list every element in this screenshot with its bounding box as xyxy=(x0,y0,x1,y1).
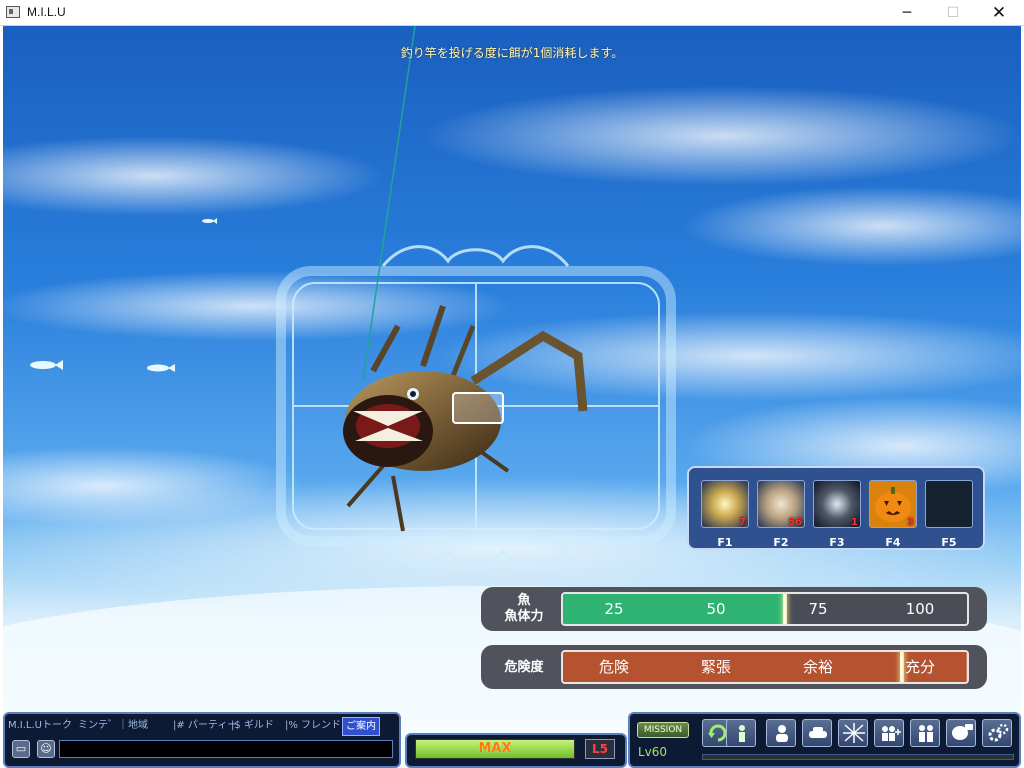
skill-slot-f1[interactable]: 7 xyxy=(701,480,749,528)
danger-zone-label: 緊張 xyxy=(700,658,731,676)
chat-tab-milu-talk[interactable]: M.I.L.Uトーク xyxy=(8,717,72,734)
skill-count: 7 xyxy=(739,517,746,528)
skill-count: 1 xyxy=(851,517,858,528)
chat-tab-friend[interactable]: |% フレンド xyxy=(285,717,341,734)
chat-bubble-button[interactable] xyxy=(946,719,976,747)
fish-gauge-tick: 50 xyxy=(706,600,726,618)
chat-tab-guide[interactable]: ご案内 xyxy=(342,717,380,736)
fish-gauge-tick: 25 xyxy=(604,600,624,618)
skill-slot-f3[interactable]: 1 xyxy=(813,480,861,528)
close-button[interactable]: ✕ xyxy=(976,0,1022,26)
chat-tab-party[interactable]: |# パーティー xyxy=(173,717,237,734)
fish-gauge-label-2: 魚体力 xyxy=(504,609,544,624)
energy-label: MAX xyxy=(478,741,512,756)
vehicle-icon xyxy=(809,727,827,738)
danger-zone-label: 充分 xyxy=(904,658,935,676)
chat-tab-region[interactable]: ｜地域 xyxy=(118,717,148,734)
add-friend-button[interactable] xyxy=(874,719,904,747)
profile-icon xyxy=(776,725,788,742)
map-button[interactable] xyxy=(838,719,868,747)
party-button[interactable] xyxy=(910,719,940,747)
skill-slot-f4[interactable]: 3 xyxy=(869,480,917,528)
chat-bubble-icon xyxy=(952,724,973,740)
mission-button[interactable]: MISSION xyxy=(637,722,689,738)
skill-slot-f5[interactable] xyxy=(925,480,973,528)
add-friend-icon xyxy=(882,726,901,741)
skill-key-label: F2 xyxy=(773,536,789,549)
danger-zone-label: 危険 xyxy=(598,658,629,676)
menu-panel: MISSION Lv60 xyxy=(628,712,1021,768)
energy-panel: MAX L5 xyxy=(405,733,627,768)
settings-button[interactable] xyxy=(982,719,1012,747)
fish-gauge-label-1: 魚 xyxy=(517,593,531,608)
energy-bar: MAX xyxy=(415,739,575,759)
fish-gauge-tick: 100 xyxy=(905,600,935,618)
chat-tabs: M.I.L.Uトーク ミンテ゛ ｜地域 |# パーティー |$ ギルド |% フ… xyxy=(8,717,398,736)
fish-stamina-gauge: 魚 魚体力 25 50 75 100 xyxy=(481,587,987,631)
vehicle-button[interactable] xyxy=(802,719,832,747)
skill-bar: 7 56 1 3 F1 F2 F3 F4 F5 xyxy=(687,466,985,550)
map-icon xyxy=(843,723,865,743)
fish-gauge-track: 25 50 75 100 xyxy=(561,592,969,626)
skill-slot-f2[interactable]: 56 xyxy=(757,480,805,528)
window-title: M.I.L.U xyxy=(27,5,66,19)
skill-count: 56 xyxy=(788,517,802,528)
profile-button[interactable] xyxy=(766,719,796,747)
smiley-icon[interactable]: ☺ xyxy=(37,740,55,758)
skill-key-label: F1 xyxy=(717,536,733,549)
chat-input[interactable] xyxy=(59,740,393,758)
danger-gauge-label: 危険度 xyxy=(504,660,544,675)
title-bar: M.I.L.U ─ ☐ ✕ xyxy=(0,0,1024,26)
danger-gauge: 危険度 危険 緊張 余裕 充分 xyxy=(481,645,987,689)
fish-gauge-marker xyxy=(783,594,788,624)
minimize-button[interactable]: ─ xyxy=(884,0,930,26)
xp-bar xyxy=(702,754,1014,760)
skill-count: 3 xyxy=(907,517,914,528)
skill-key-label: F3 xyxy=(829,536,845,549)
chat-tab-mingde[interactable]: ミンテ゛ xyxy=(78,717,118,734)
danger-gauge-marker xyxy=(900,652,905,682)
skill-key-label: F4 xyxy=(885,536,901,549)
hint-text: 釣り竿を投げる度に餌が1個消耗します。 xyxy=(400,46,624,60)
settings-gears-icon xyxy=(988,723,1009,742)
window-icon[interactable]: ▭ xyxy=(12,740,30,758)
skill-key-label: F5 xyxy=(941,536,957,549)
maximize-button[interactable]: ☐ xyxy=(930,0,976,26)
chat-tab-guild[interactable]: |$ ギルド xyxy=(231,717,274,734)
danger-gauge-track: 危険 緊張 余裕 充分 xyxy=(561,650,969,684)
level-label: Lv60 xyxy=(638,745,668,759)
character-button[interactable] xyxy=(726,719,756,747)
ls-badge[interactable]: L5 xyxy=(585,739,615,759)
party-icon xyxy=(919,725,933,742)
character-icon xyxy=(739,725,745,742)
chat-panel: M.I.L.Uトーク ミンテ゛ ｜地域 |# パーティー |$ ギルド |% フ… xyxy=(3,712,401,768)
danger-zone-label: 余裕 xyxy=(802,658,833,676)
app-icon xyxy=(6,6,20,18)
